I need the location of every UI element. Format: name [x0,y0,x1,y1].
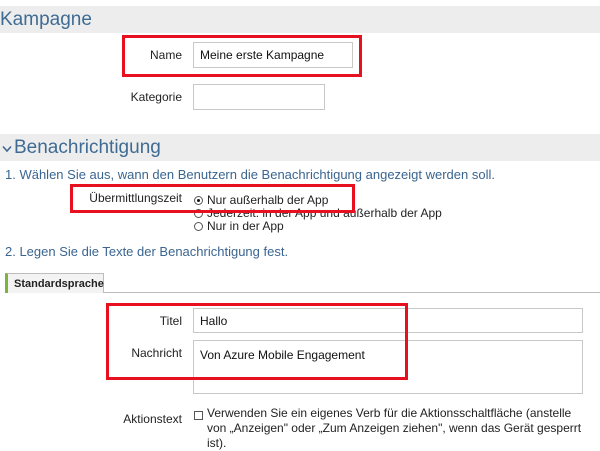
radio-button[interactable] [194,221,203,231]
delivery-option-in-app[interactable]: Nur in der App [194,219,284,233]
kategorie-label: Kategorie [130,90,182,104]
aktionstext-checkbox-label: Verwenden Sie ein eigenes Verb für die A… [207,406,582,450]
kampagne-section-title: Kampagne [0,9,92,30]
step-2-instruction: 2. Legen Sie die Texte der Benachrichtig… [5,244,289,259]
step-1-instruction: 1. Wählen Sie aus, wann den Benutzern di… [5,167,495,182]
delivery-highlight-box [70,184,355,213]
chevron-down-icon[interactable] [2,145,12,153]
benachrichtigung-section-title: Benachrichtigung [14,137,161,158]
text-highlight-box [106,303,408,380]
delivery-option-label: Nur in der App [207,219,284,233]
aktionstext-checkbox[interactable] [194,411,203,420]
aktionstext-label: Aktionstext [123,412,182,426]
kategorie-input[interactable] [193,84,325,110]
name-highlight-box [122,35,362,77]
tab-standardsprache[interactable]: Standardsprache [5,273,104,293]
